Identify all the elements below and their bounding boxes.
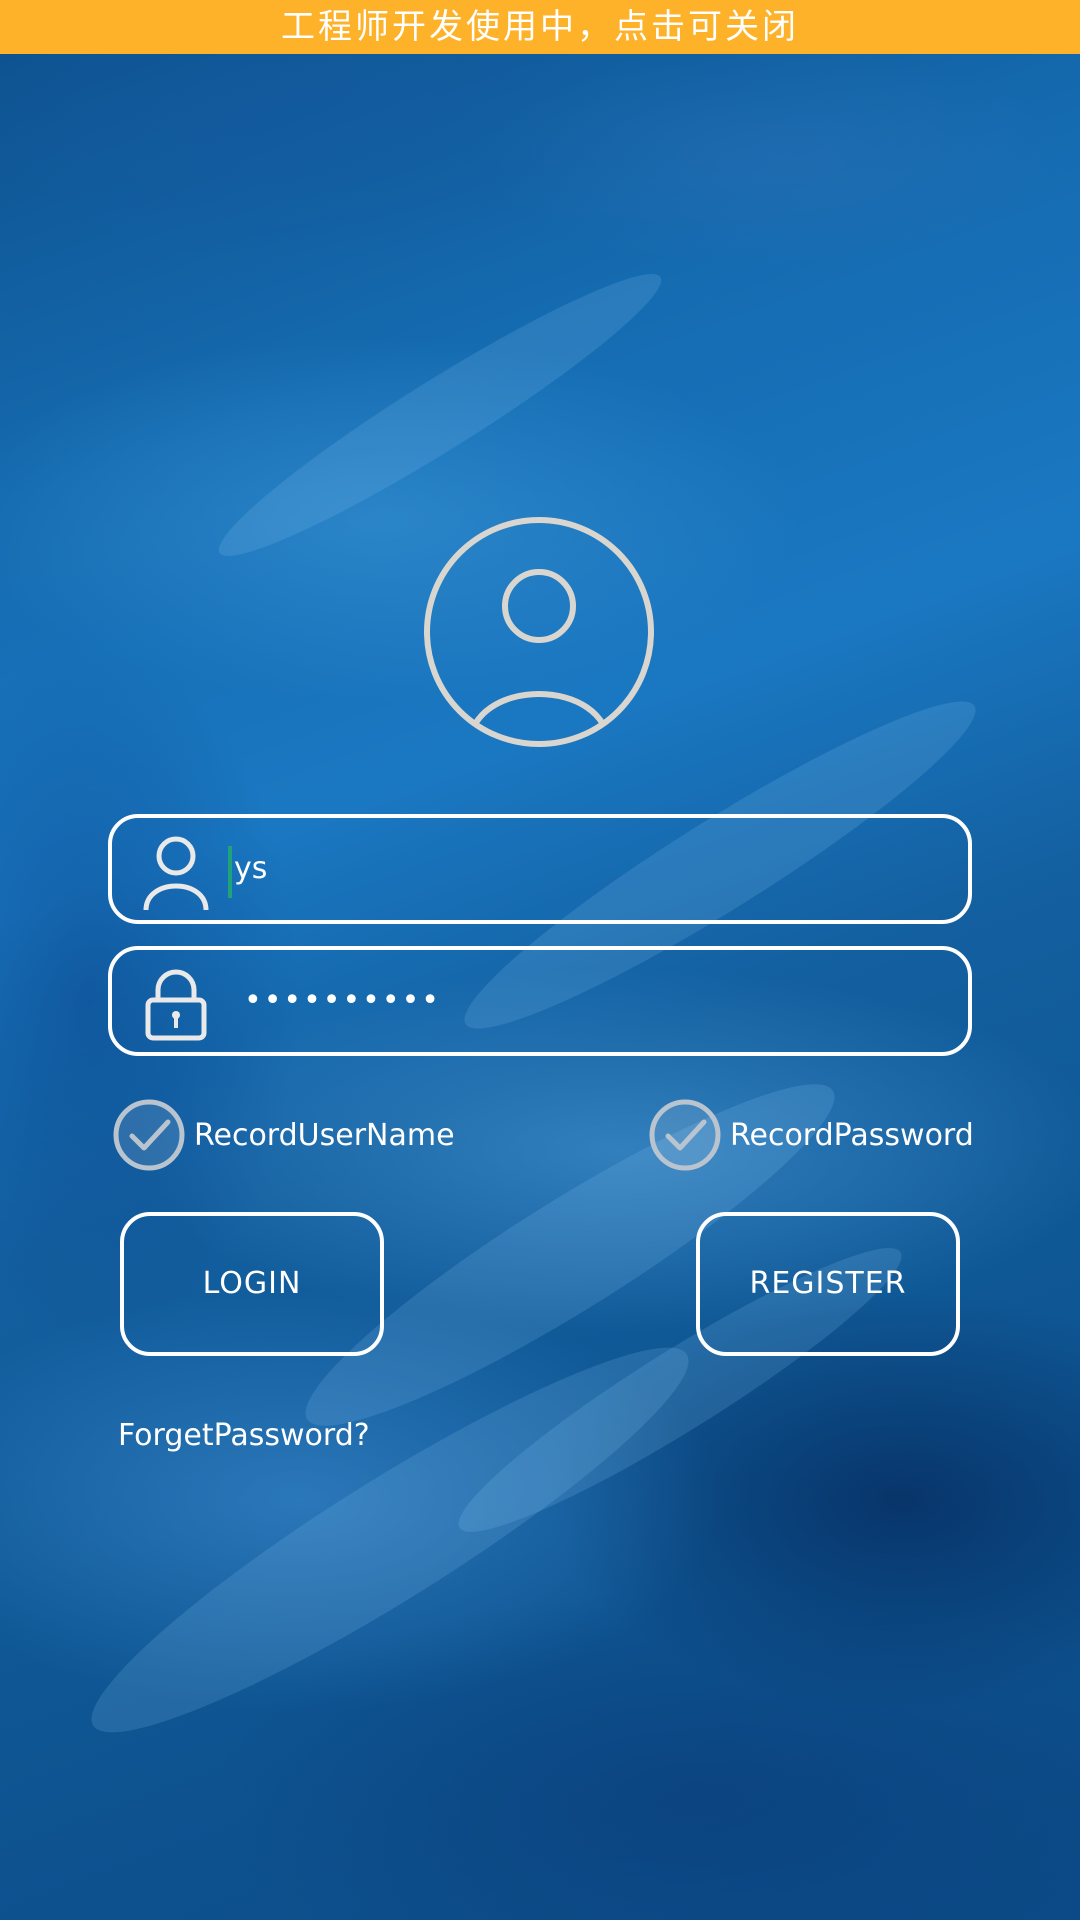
username-input[interactable]: ys xyxy=(234,818,267,920)
remember-password-label: RecordPassword xyxy=(730,1117,974,1153)
login-screen: 工程师开发使用中，点击可关闭 ys •••••••••• RecordUserN… xyxy=(0,0,1080,1920)
account-circle-icon xyxy=(424,517,654,747)
text-cursor xyxy=(228,846,232,898)
password-field[interactable]: •••••••••• xyxy=(108,946,972,1056)
lock-icon xyxy=(145,969,207,1041)
login-button[interactable]: LOGIN xyxy=(120,1212,384,1356)
forget-password-link[interactable]: ForgetPassword? xyxy=(118,1418,370,1453)
register-button[interactable]: REGISTER xyxy=(696,1212,960,1356)
remember-password-checkbox[interactable]: RecordPassword xyxy=(648,1098,974,1172)
dev-mode-banner[interactable]: 工程师开发使用中，点击可关闭 xyxy=(0,0,1080,54)
check-circle-icon xyxy=(113,1099,185,1171)
username-field[interactable]: ys xyxy=(108,814,972,924)
password-input[interactable]: •••••••••• xyxy=(244,950,441,1052)
user-icon xyxy=(143,836,209,910)
remember-username-checkbox[interactable]: RecordUserName xyxy=(112,1098,455,1172)
remember-username-label: RecordUserName xyxy=(194,1117,455,1153)
check-circle-icon xyxy=(649,1099,721,1171)
